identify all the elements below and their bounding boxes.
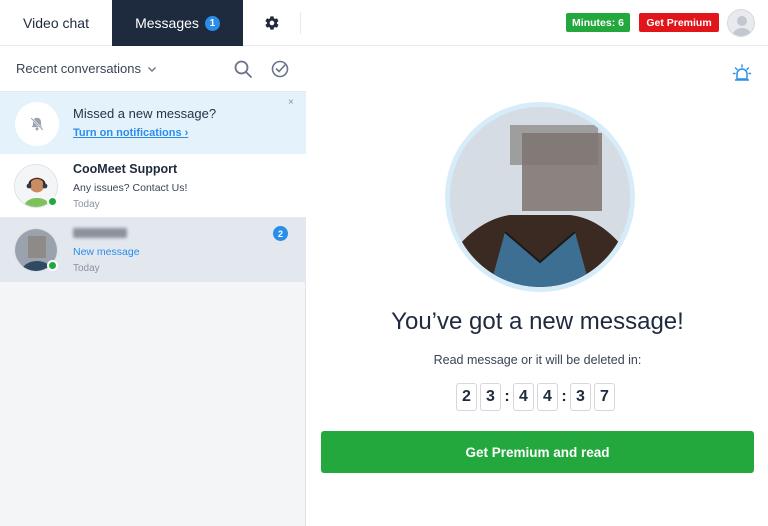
user-icon — [733, 16, 751, 36]
timer-digit: 2 — [456, 383, 477, 411]
message-panel: You’ve got a new message! Read message o… — [307, 46, 768, 526]
gear-icon — [264, 16, 278, 30]
search-icon[interactable] — [232, 58, 254, 80]
online-status-dot — [47, 196, 58, 207]
notification-banner: Missed a new message? Turn on notificati… — [0, 92, 306, 154]
timer-separator: : — [504, 388, 510, 405]
minutes-badge[interactable]: Minutes: 6 — [566, 13, 630, 32]
conversation-time: Today — [73, 263, 100, 274]
timer-digit: 3 — [570, 383, 591, 411]
messages-count-badge: 1 — [204, 15, 220, 31]
conversation-item-new-message[interactable]: 2 New message Today — [0, 218, 306, 282]
settings-button[interactable] — [243, 12, 301, 34]
conversation-name: CooMeet Support — [73, 162, 178, 176]
conversation-time: Today — [73, 199, 100, 210]
timer-digit: 3 — [480, 383, 501, 411]
sidebar-title: Recent conversations — [16, 61, 142, 76]
chevron-down-icon — [148, 66, 157, 72]
tab-video-chat-label: Video chat — [23, 15, 89, 31]
timer-digit: 7 — [594, 383, 615, 411]
turn-on-notifications-link[interactable]: Turn on notifications › — [73, 127, 188, 139]
close-icon[interactable]: × — [288, 97, 294, 108]
recent-conversations-dropdown[interactable]: Recent conversations — [16, 61, 157, 76]
notification-title: Missed a new message? — [73, 106, 217, 121]
tab-video-chat[interactable]: Video chat — [0, 0, 112, 46]
tab-messages-label: Messages — [135, 15, 199, 31]
turn-on-notifications-label: Turn on notifications — [73, 127, 182, 139]
top-bar: Video chat Messages 1 Minutes: 6 Get Pre… — [0, 0, 768, 46]
conversations-sidebar: Recent conversations Missed a new messag… — [0, 46, 306, 526]
online-status-dot — [47, 260, 58, 271]
headline: You’ve got a new message! — [391, 308, 684, 335]
conversation-preview: New message — [73, 246, 140, 258]
get-premium-button[interactable]: Get Premium — [639, 13, 719, 32]
sidebar-header: Recent conversations — [0, 46, 306, 92]
conversation-item-coomeet-support[interactable]: CooMeet Support Any issues? Contact Us! … — [0, 154, 306, 218]
timer-digit: 4 — [537, 383, 558, 411]
get-premium-label: Get Premium — [646, 16, 712, 29]
sender-photo — [445, 102, 635, 292]
profile-avatar[interactable] — [727, 9, 755, 37]
timer-separator: : — [561, 388, 567, 405]
tab-messages[interactable]: Messages 1 — [112, 0, 243, 46]
minutes-label: Minutes: 6 — [572, 16, 624, 29]
get-premium-and-read-button[interactable]: Get Premium and read — [321, 431, 754, 473]
bell-off-icon — [15, 102, 59, 146]
countdown-timer: 2 3 : 4 4 : 3 7 — [456, 383, 615, 411]
blurred-contact-name — [73, 228, 127, 238]
mark-all-read-icon[interactable] — [269, 58, 291, 80]
siren-icon[interactable] — [731, 62, 753, 84]
chevron-right-icon: › — [184, 127, 189, 139]
timer-digit: 4 — [513, 383, 534, 411]
unread-count-badge: 2 — [273, 226, 288, 241]
cta-label: Get Premium and read — [465, 444, 610, 460]
countdown-caption: Read message or it will be deleted in: — [433, 353, 642, 367]
conversation-preview: Any issues? Contact Us! — [73, 182, 188, 194]
